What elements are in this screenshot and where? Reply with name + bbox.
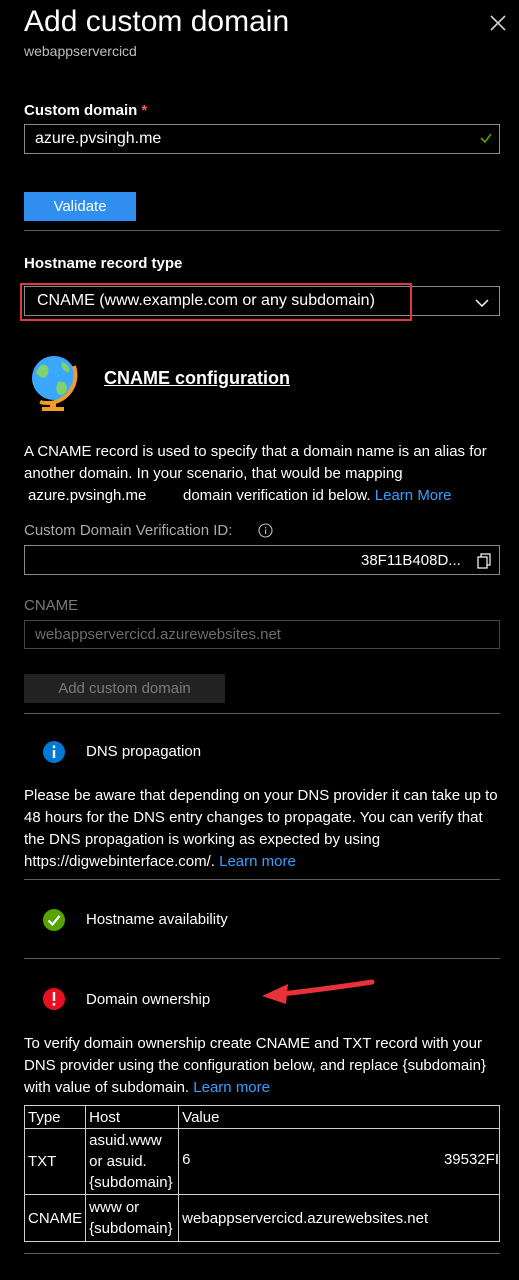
- cname-description-domain: azure.pvsingh.me: [28, 487, 147, 504]
- redacted-block: [191, 1149, 446, 1173]
- custom-domain-value: azure.pvsingh.me: [35, 130, 162, 147]
- cname-description-tail: domain verification id below. Learn More: [183, 485, 452, 507]
- hostname-record-label: Hostname record type: [24, 255, 183, 272]
- chevron-down-icon: [475, 295, 489, 313]
- divider: [24, 879, 500, 880]
- cell-type: CNAME: [23, 1194, 87, 1242]
- check-circle-icon: [42, 908, 66, 937]
- cname-field-label: CNAME: [24, 597, 79, 614]
- hostname-availability-title: Hostname availability: [86, 911, 228, 928]
- verification-id-label-text: Custom Domain Verification ID:: [24, 522, 233, 539]
- custom-domain-input[interactable]: azure.pvsingh.me: [24, 124, 500, 154]
- divider: [24, 958, 500, 959]
- cell-value: 6 39532FI: [178, 1128, 500, 1195]
- cell-host: www or {subdomain}: [85, 1194, 180, 1242]
- validate-button[interactable]: Validate: [24, 192, 136, 221]
- info-icon[interactable]: [258, 523, 273, 543]
- verification-id-label: Custom Domain Verification ID:: [24, 522, 232, 539]
- divider: [24, 1253, 500, 1254]
- verification-id-field[interactable]: 38F11B408D...: [24, 545, 500, 575]
- domain-ownership-text: To verify domain ownership create CNAME …: [24, 1033, 500, 1099]
- dns-propagation-text: Please be aware that depending on your D…: [24, 785, 500, 873]
- txt-value-prefix: 6: [182, 1151, 191, 1168]
- page-subtitle: webappservercicd: [24, 43, 137, 59]
- txt-value-suffix: 39532FI: [443, 1151, 499, 1168]
- table-header-row: Type Host Value: [23, 1105, 500, 1129]
- column-header-type: Type: [23, 1105, 87, 1129]
- cell-host: asuid.www or asuid.{subdomain}: [85, 1128, 180, 1195]
- custom-domain-label-text: Custom domain: [24, 102, 138, 119]
- close-icon[interactable]: [487, 12, 509, 34]
- checkmark-icon: [479, 131, 493, 145]
- dns-propagation-title: DNS propagation: [86, 743, 202, 760]
- highlight-box: [20, 283, 412, 321]
- divider: [24, 230, 500, 231]
- add-custom-domain-button[interactable]: Add custom domain: [24, 674, 225, 703]
- dns-learn-more-link[interactable]: Learn more: [219, 853, 296, 870]
- cname-description-text: A CNAME record is used to specify that a…: [24, 443, 487, 482]
- column-header-host: Host: [85, 1105, 180, 1129]
- cell-value: webappservercicd.azurewebsites.net: [178, 1194, 500, 1242]
- info-circle-icon: [42, 740, 66, 769]
- cname-description-tail-text: domain verification id below.: [183, 487, 371, 504]
- error-circle-icon: [42, 987, 66, 1016]
- ownership-learn-more-link[interactable]: Learn more: [193, 1079, 270, 1096]
- page-title: Add custom domain: [24, 5, 290, 38]
- redacted-block: [33, 550, 359, 572]
- cell-type: TXT: [23, 1128, 87, 1195]
- required-mark: *: [141, 102, 148, 119]
- divider: [24, 713, 500, 714]
- cname-config-heading[interactable]: CNAME configuration: [104, 368, 290, 389]
- dns-records-table: Type Host Value TXT asuid.www or asuid.{…: [23, 1105, 500, 1242]
- domain-ownership-title: Domain ownership: [86, 991, 211, 1008]
- custom-domain-label: Custom domain *: [24, 102, 147, 119]
- cname-field: webappservercicd.azurewebsites.net: [24, 620, 500, 649]
- column-header-value: Value: [178, 1105, 500, 1129]
- globe-icon: [28, 352, 84, 414]
- cname-description: A CNAME record is used to specify that a…: [24, 441, 504, 485]
- table-row: TXT asuid.www or asuid.{subdomain} 6 395…: [23, 1128, 500, 1195]
- red-arrow-icon: [256, 972, 378, 1013]
- table-row: CNAME www or {subdomain} webappservercic…: [23, 1194, 500, 1242]
- learn-more-link[interactable]: Learn More: [375, 487, 452, 504]
- copy-icon[interactable]: [477, 553, 491, 574]
- verification-id-value: 38F11B408D...: [361, 552, 461, 569]
